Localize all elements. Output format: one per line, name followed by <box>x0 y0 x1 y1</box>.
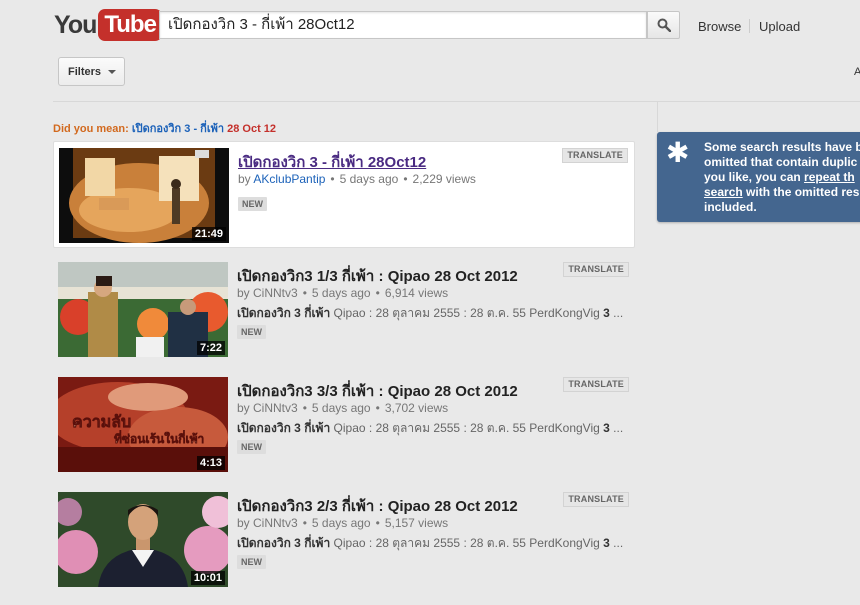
video-title-link[interactable]: เปิดกองวิก3 3/3 กี่เพ้า : Qipao 28 Oct 2… <box>237 379 518 403</box>
suggestion-part-corrected: Oct <box>242 123 261 135</box>
video-thumbnail[interactable]: ความลับ ที่ซ่อนเร้นในกี่เพ้า 4:13 <box>58 377 228 472</box>
uploader-link[interactable]: AKclubPantip <box>253 172 325 186</box>
video-thumbnail[interactable]: 10:01 <box>58 492 228 587</box>
video-duration: 7:22 <box>196 341 225 355</box>
upload-age: 5 days ago <box>311 516 371 530</box>
description-ellipsis: ... <box>609 306 624 320</box>
did-you-mean-suggestion[interactable]: เปิดกองวิก 3 - กี่เพ้า 28 Oct 12 <box>132 123 276 135</box>
browse-link[interactable]: Browse <box>698 19 741 34</box>
repeat-search-link[interactable]: search <box>704 185 743 199</box>
description-match: เปิดกองวิก 3 กี่เพ้า <box>237 306 331 320</box>
suggestion-part: เปิดกองวิก 3 - กี่เพ้า <box>131 123 228 135</box>
nav-divider <box>749 19 750 33</box>
masthead: You Tube เปิดกองวิก 3 - กี่เพ้า 28Oct12 … <box>0 0 860 52</box>
description-match: เปิดกองวิก 3 กี่เพ้า <box>237 536 331 550</box>
did-you-mean: Did you mean: เปิดกองวิก 3 - กี่เพ้า 28 … <box>53 119 276 137</box>
divider <box>53 101 860 102</box>
uploader-link[interactable]: CiNNtv3 <box>253 401 298 415</box>
video-thumbnail[interactable]: 7:22 <box>58 262 228 357</box>
logo-you-text: You <box>54 11 97 39</box>
video-thumbnail[interactable]: 21:49 <box>59 148 229 243</box>
search-result[interactable]: 7:22 เปิดกองวิก3 1/3 กี่เพ้า : Qipao 28 … <box>53 256 635 363</box>
logo-tube-text: Tube <box>98 9 162 41</box>
view-count: 3,702 views <box>384 401 449 415</box>
notice-line: search with the omitted res <box>704 185 860 200</box>
chevron-down-icon <box>108 69 117 74</box>
video-meta: by CiNNtv3 • 5 days ago • 3,702 views <box>237 401 449 415</box>
search-button[interactable] <box>647 11 680 39</box>
video-description: เปิดกองวิก 3 กี่เพ้า Qipao : 28 ตุลาคม 2… <box>237 419 629 438</box>
youtube-logo[interactable]: You Tube <box>54 9 162 41</box>
description-match: เปิดกองวิก 3 กี่เพ้า <box>237 421 331 435</box>
suggestion-part-corrected: 12 <box>263 123 277 135</box>
notice-text-part: with the omitted res <box>742 185 860 199</box>
search-result[interactable]: ความลับ ที่ซ่อนเร้นในกี่เพ้า 4:13 เปิดกอ… <box>53 371 635 478</box>
new-badge: NEW <box>237 325 266 339</box>
description-text: Qipao : 28 ตุลาคม 2555 : 28 ต.ค. 55 Perd… <box>330 421 604 435</box>
upload-link[interactable]: Upload <box>759 19 800 34</box>
video-meta: by AKclubPantip • 5 days ago • 2,229 views <box>238 172 476 186</box>
search-input[interactable]: เปิดกองวิก 3 - กี่เพ้า 28Oct12 <box>159 11 647 39</box>
view-count: 2,229 views <box>412 172 476 186</box>
suggestion-part-corrected: 28 <box>227 123 240 135</box>
notice-line: you like, you can repeat th <box>704 170 860 185</box>
description-match: 3 <box>603 421 610 435</box>
video-description: เปิดกองวิก 3 กี่เพ้า Qipao : 28 ตุลาคม 2… <box>237 534 629 553</box>
translate-button[interactable]: TRANSLATE <box>562 148 628 163</box>
video-meta: by CiNNtv3 • 5 days ago • 6,914 views <box>237 286 449 300</box>
video-description: เปิดกองวิก 3 กี่เพ้า Qipao : 28 ตุลาคม 2… <box>237 304 629 323</box>
upload-age: 5 days ago <box>311 401 371 415</box>
uploader-link[interactable]: CiNNtv3 <box>253 286 298 300</box>
thumbnail-caption: ความลับ <box>72 412 131 431</box>
search-result[interactable]: 21:49 เปิดกองวิก 3 - กี่เพ้า 28Oct12 by … <box>53 141 635 248</box>
notice-line: Some search results have b <box>704 140 860 154</box>
notice-text-part: you like, you can <box>704 170 805 184</box>
search-icon <box>657 18 671 32</box>
description-text: Qipao : 28 ตุลาคม 2555 : 28 ต.ค. 55 Perd… <box>330 536 604 550</box>
video-title-link[interactable]: เปิดกองวิก3 2/3 กี่เพ้า : Qipao 28 Oct 2… <box>237 494 518 518</box>
translate-button[interactable]: TRANSLATE <box>563 492 629 507</box>
view-count: 5,157 views <box>384 516 449 530</box>
upload-age: 5 days ago <box>311 286 371 300</box>
video-duration: 4:13 <box>196 456 225 470</box>
translate-button[interactable]: TRANSLATE <box>563 262 629 277</box>
upload-age: 5 days ago <box>339 172 399 186</box>
truncated-edge-text: A <box>854 66 860 78</box>
translate-button[interactable]: TRANSLATE <box>563 377 629 392</box>
search-result[interactable]: 10:01 เปิดกองวิก3 2/3 กี่เพ้า : Qipao 28… <box>53 486 635 593</box>
description-ellipsis: ... <box>609 536 624 550</box>
video-duration: 21:49 <box>191 227 226 241</box>
video-title-link[interactable]: เปิดกองวิก3 1/3 กี่เพ้า : Qipao 28 Oct 2… <box>237 264 518 288</box>
description-ellipsis: ... <box>609 421 624 435</box>
new-badge: NEW <box>238 197 267 211</box>
notice-line: omitted that contain duplic <box>704 155 858 169</box>
notice-line: included. <box>704 200 757 214</box>
description-match: 3 <box>603 306 610 320</box>
description-text: Qipao : 28 ตุลาคม 2555 : 28 ต.ค. 55 Perd… <box>330 306 604 320</box>
uploader-link[interactable]: CiNNtv3 <box>253 516 298 530</box>
video-title-link[interactable]: เปิดกองวิก 3 - กี่เพ้า 28Oct12 <box>238 150 426 174</box>
did-you-mean-label: Did you mean: <box>53 123 129 135</box>
new-badge: NEW <box>237 440 266 454</box>
filters-button[interactable]: Filters <box>58 57 125 86</box>
asterisk-icon: ✱ <box>666 136 690 169</box>
new-badge: NEW <box>237 555 266 569</box>
view-count: 6,914 views <box>384 286 449 300</box>
repeat-search-link[interactable]: repeat th <box>804 170 855 184</box>
filters-label: Filters <box>68 65 102 78</box>
description-match: 3 <box>603 536 610 550</box>
duplicate-results-notice: ✱ Some search results have b omitted tha… <box>657 132 860 222</box>
video-meta: by CiNNtv3 • 5 days ago • 5,157 views <box>237 516 449 530</box>
thumbnail-caption: ที่ซ่อนเร้นในกี่เพ้า <box>114 430 204 446</box>
video-duration: 10:01 <box>190 571 225 585</box>
notice-text: Some search results have b omitted that … <box>704 140 860 215</box>
sidebar-divider <box>657 102 658 132</box>
